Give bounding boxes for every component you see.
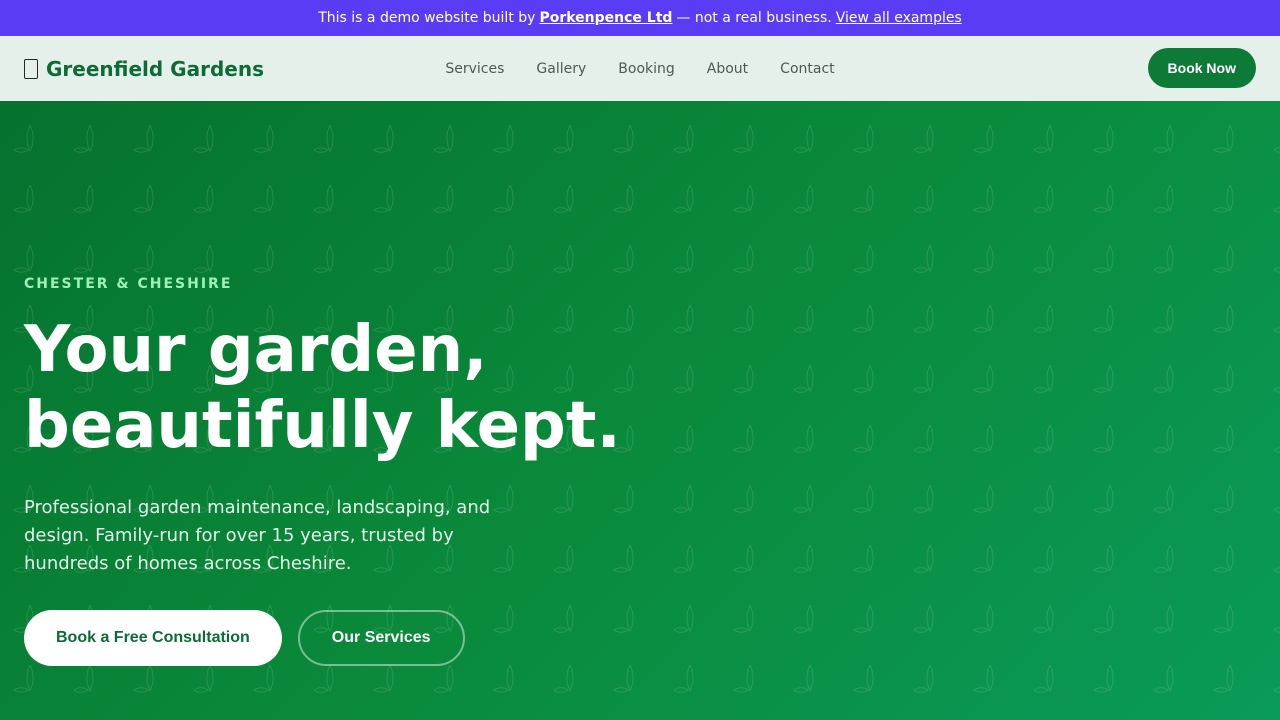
- nav-link-booking[interactable]: Booking: [618, 61, 675, 77]
- box-icon: [24, 58, 38, 79]
- nav-link-services[interactable]: Services: [445, 61, 504, 77]
- headline-line-1: Your garden,: [24, 313, 488, 387]
- headline-line-2: beautifully kept.: [24, 389, 621, 463]
- free-consultation-button[interactable]: Book a Free Consultation: [24, 610, 282, 666]
- banner-middle: — not a real business.: [676, 10, 832, 26]
- nav-link-about[interactable]: About: [707, 61, 748, 77]
- main-nav: Services Gallery Booking About Contact: [445, 61, 834, 77]
- nav-link-gallery[interactable]: Gallery: [536, 61, 586, 77]
- hero-content: CHESTER & CHESHIRE Your garden, beautifu…: [24, 276, 664, 666]
- hero-ctas: Book a Free Consultation Our Services: [24, 610, 664, 666]
- logo[interactable]: Greenfield Gardens: [24, 57, 264, 81]
- book-now-button[interactable]: Book Now: [1147, 48, 1256, 88]
- company-link[interactable]: Porkenpence Ltd: [539, 10, 672, 26]
- demo-banner: This is a demo website built by Porkenpe…: [0, 0, 1280, 36]
- brand-name: Greenfield Gardens: [46, 56, 264, 81]
- banner-prefix: This is a demo website built by: [318, 10, 536, 26]
- hero-section: CHESTER & CHESHIRE Your garden, beautifu…: [0, 101, 1280, 720]
- hero-headline: Your garden, beautifully kept.: [24, 312, 664, 464]
- hero-subtext: Professional garden maintenance, landsca…: [24, 497, 491, 574]
- nav-link-contact[interactable]: Contact: [780, 61, 834, 77]
- our-services-button[interactable]: Our Services: [297, 610, 465, 666]
- view-examples-link[interactable]: View all examples: [836, 10, 962, 26]
- site-header: Greenfield Gardens Services Gallery Book…: [0, 36, 1280, 101]
- hero-eyebrow: CHESTER & CHESHIRE: [24, 276, 233, 292]
